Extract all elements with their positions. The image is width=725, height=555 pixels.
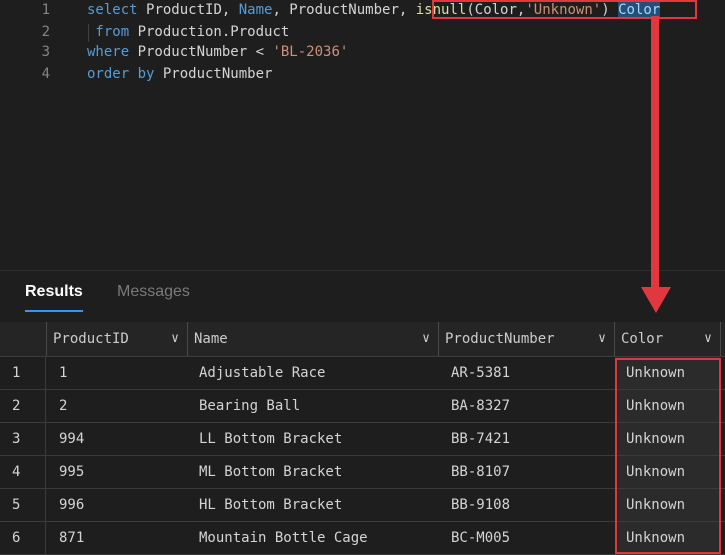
table-cell-productnumber[interactable]: AR-5381: [439, 357, 614, 389]
column-header-label: Name: [194, 331, 228, 347]
column-header-name[interactable]: Name ∨: [188, 322, 439, 356]
grid-header: ProductID ∨ Name ∨ ProductNumber ∨ Color…: [0, 322, 725, 357]
code-token: Name: [238, 2, 273, 18]
code-token: from: [87, 24, 138, 40]
table-cell-productnumber[interactable]: BA-8327: [439, 390, 614, 422]
row-number[interactable]: 3: [0, 423, 46, 455]
code-text[interactable]: order by ProductNumber: [87, 63, 272, 85]
line-number: 1: [41, 2, 50, 18]
row-number-header: [0, 322, 47, 356]
tab-messages[interactable]: Messages: [117, 283, 190, 301]
chevron-down-icon[interactable]: ∨: [171, 322, 179, 356]
column-header-color[interactable]: Color ∨: [615, 322, 721, 356]
line-number: 4: [41, 66, 50, 82]
code-token: ProductID,: [146, 2, 239, 18]
table-cell-productid[interactable]: 1: [47, 357, 187, 389]
table-cell-productid[interactable]: 871: [47, 522, 187, 554]
column-header-label: Color: [621, 331, 664, 347]
tab-results[interactable]: Results: [25, 283, 83, 301]
row-number[interactable]: 1: [0, 357, 46, 389]
row-number[interactable]: 2: [0, 390, 46, 422]
table-cell-name[interactable]: Adjustable Race: [188, 357, 438, 389]
annotation-arrow-shaft: [651, 16, 659, 288]
table-cell-productnumber[interactable]: BB-7421: [439, 423, 614, 455]
table-cell-productnumber[interactable]: BB-9108: [439, 489, 614, 521]
code-line[interactable]: 4 order by ProductNumber: [0, 63, 725, 85]
table-cell-productid[interactable]: 995: [47, 456, 187, 488]
table-cell-productnumber[interactable]: BC-M005: [439, 522, 614, 554]
column-header-productnumber[interactable]: ProductNumber ∨: [439, 322, 615, 356]
table-cell-name[interactable]: LL Bottom Bracket: [188, 423, 438, 455]
code-token: ProductNumber <: [137, 44, 273, 60]
color-column-highlight-box: [615, 358, 721, 554]
column-header-label: ProductID: [53, 331, 129, 347]
code-text[interactable]: from Production.Product: [87, 21, 289, 43]
sql-editor[interactable]: 1 select ProductID, Name, ProductNumber, …: [0, 0, 725, 270]
code-token: 'BL-2036': [272, 44, 349, 60]
code-token: select: [87, 2, 147, 18]
column-header-productid[interactable]: ProductID ∨: [47, 322, 188, 356]
chevron-down-icon[interactable]: ∨: [704, 322, 712, 356]
code-token: order by: [87, 66, 163, 82]
row-number[interactable]: 5: [0, 489, 46, 521]
code-token: where: [87, 44, 138, 60]
tab-results-underline: [25, 310, 83, 312]
indent-guide: [88, 24, 89, 42]
code-token: ProductNumber: [162, 66, 273, 82]
table-cell-name[interactable]: Bearing Ball: [188, 390, 438, 422]
line-number: 2: [41, 24, 50, 40]
table-cell-productid[interactable]: 994: [47, 423, 187, 455]
table-cell-productid[interactable]: 996: [47, 489, 187, 521]
table-cell-productid[interactable]: 2: [47, 390, 187, 422]
code-text[interactable]: where ProductNumber < 'BL-2036': [87, 41, 348, 63]
table-cell-productnumber[interactable]: BB-8107: [439, 456, 614, 488]
row-number[interactable]: 4: [0, 456, 46, 488]
code-line[interactable]: 3 where ProductNumber < 'BL-2036': [0, 41, 725, 63]
chevron-down-icon[interactable]: ∨: [598, 322, 606, 356]
column-header-label: ProductNumber: [445, 331, 555, 347]
arrow-down-icon: [641, 287, 671, 313]
table-cell-name[interactable]: HL Bottom Bracket: [188, 489, 438, 521]
code-line[interactable]: 2 from Production.Product: [0, 21, 725, 43]
line-number: 3: [41, 44, 50, 60]
chevron-down-icon[interactable]: ∨: [422, 322, 430, 356]
table-cell-name[interactable]: ML Bottom Bracket: [188, 456, 438, 488]
code-token: , ProductNumber,: [272, 2, 416, 18]
code-token: Production.Product: [137, 24, 290, 40]
row-number[interactable]: 6: [0, 522, 46, 554]
table-cell-name[interactable]: Mountain Bottle Cage: [188, 522, 438, 554]
